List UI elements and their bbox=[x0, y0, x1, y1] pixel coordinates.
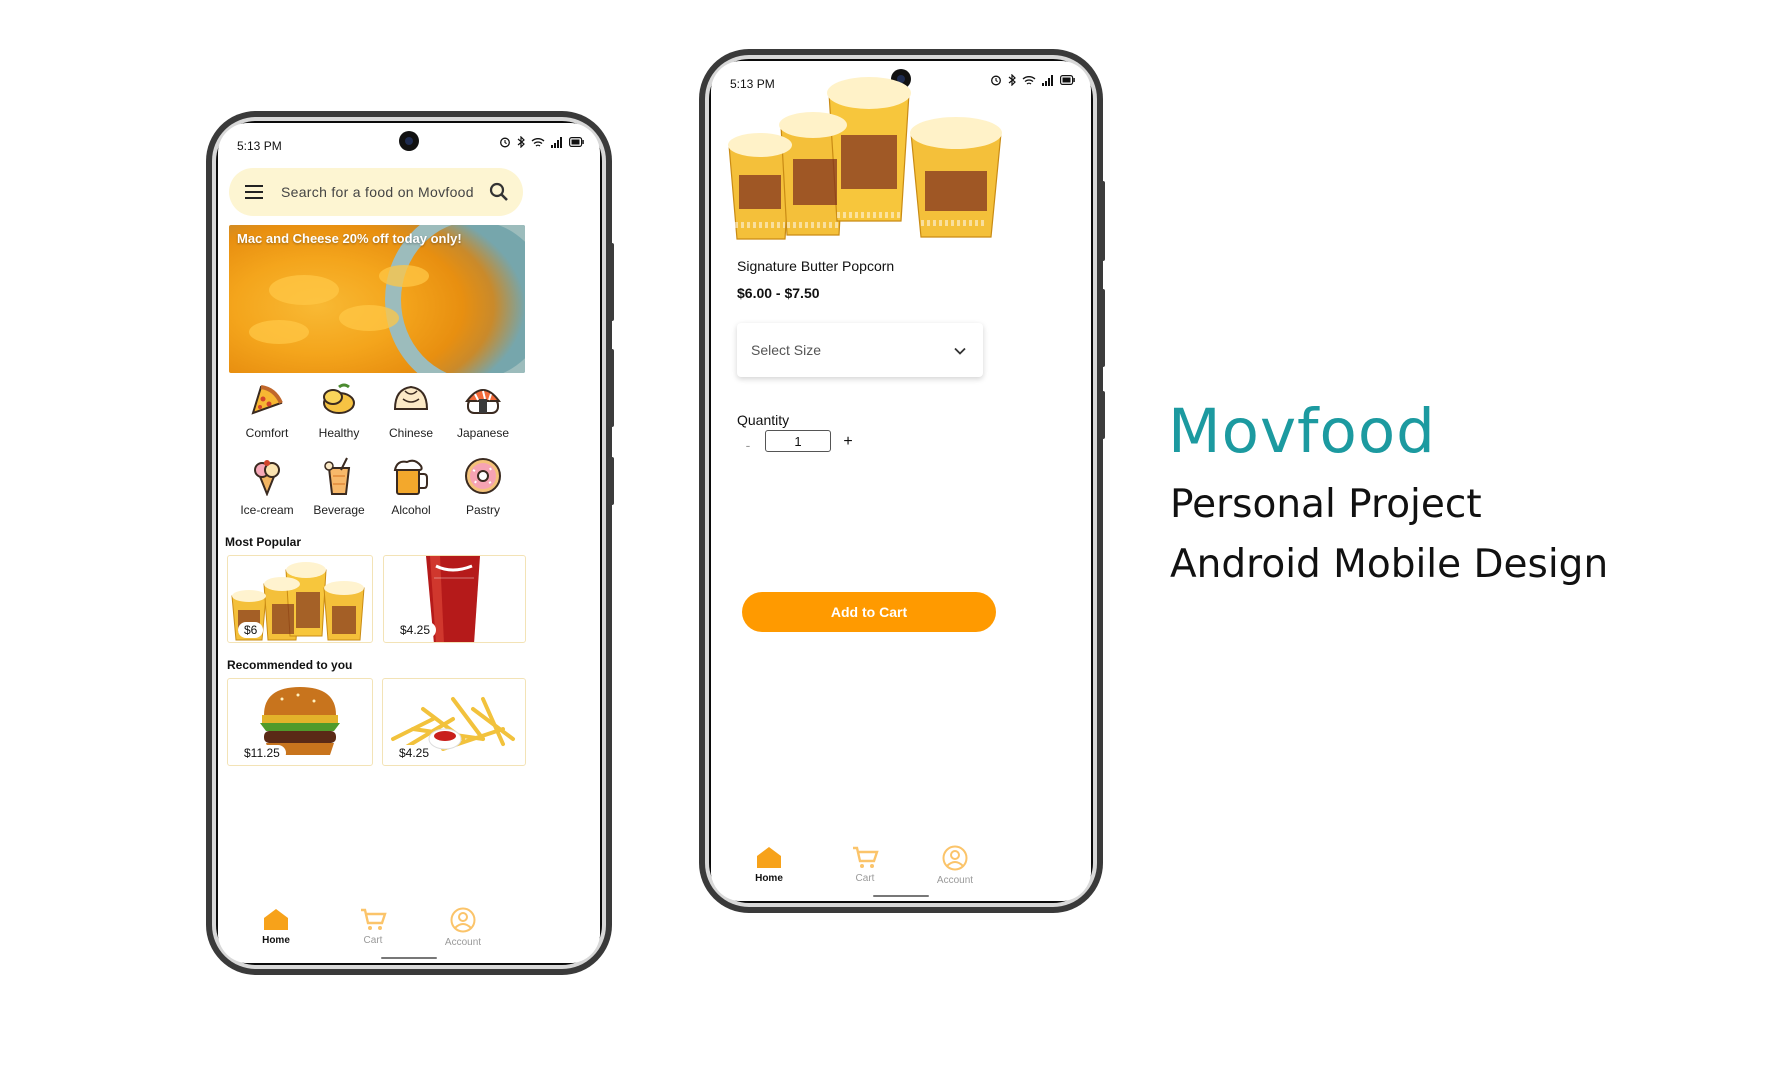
nav-label: Home bbox=[755, 873, 783, 884]
nav-label: Account bbox=[444, 937, 482, 948]
account-icon bbox=[450, 907, 476, 933]
hamburger-menu-icon[interactable] bbox=[243, 182, 265, 202]
home-icon bbox=[757, 847, 781, 868]
category-label: Comfort bbox=[245, 426, 289, 440]
nav-home[interactable]: Home bbox=[236, 907, 316, 946]
product-price: $6.00 - $7.50 bbox=[737, 285, 820, 301]
category-beverage[interactable]: Beverage bbox=[300, 456, 378, 528]
project-subtitle: Personal Project bbox=[1170, 482, 1482, 527]
brand-title: Movfood bbox=[1168, 396, 1436, 467]
cart-icon bbox=[853, 846, 879, 868]
nav-home[interactable]: Home bbox=[729, 845, 809, 884]
size-select-value: Select Size bbox=[751, 342, 822, 358]
mango-icon bbox=[323, 383, 355, 414]
beverage-icon bbox=[324, 457, 351, 495]
nav-cart[interactable]: Cart bbox=[825, 845, 905, 884]
home-phone-mockup: 5:13 PM Search for a food on Movfood Mac… bbox=[206, 111, 614, 975]
bottom-nav: Home Cart Account bbox=[711, 839, 1091, 901]
home-screen: 5:13 PM Search for a food on Movfood Mac… bbox=[218, 123, 600, 963]
category-japanese[interactable]: Japanese bbox=[444, 379, 522, 451]
dumpling-icon bbox=[393, 385, 429, 410]
category-label: Japanese bbox=[456, 426, 510, 440]
gesture-bar bbox=[381, 957, 437, 959]
most-popular-title: Most Popular bbox=[225, 535, 302, 549]
category-label: Pastry bbox=[465, 503, 500, 517]
status-icons bbox=[499, 136, 584, 148]
side-button bbox=[1099, 181, 1105, 261]
price-badge: $11.25 bbox=[238, 745, 286, 761]
search-icon[interactable] bbox=[487, 180, 511, 204]
product-image bbox=[728, 77, 1002, 240]
category-label: Ice-cream bbox=[240, 503, 294, 517]
recommended-title: Recommended to you bbox=[227, 658, 353, 672]
cart-icon bbox=[361, 908, 387, 930]
price-badge: $6 bbox=[238, 622, 264, 638]
recommended-card-burger[interactable]: $11.25 bbox=[227, 678, 373, 766]
wifi-icon bbox=[531, 137, 545, 147]
nav-label: Home bbox=[262, 935, 290, 946]
price-badge: $4.25 bbox=[394, 622, 437, 638]
category-label: Beverage bbox=[313, 503, 365, 517]
sushi-icon bbox=[465, 389, 501, 414]
nav-label: Cart bbox=[855, 873, 875, 884]
bottom-nav: Home Cart Account bbox=[218, 901, 600, 963]
category-ice-cream[interactable]: Ice-cream bbox=[228, 456, 306, 528]
product-phone-mockup: 5:13 PM Signature Butter Popcorn $6.00 -… bbox=[699, 49, 1105, 913]
category-chinese[interactable]: Chinese bbox=[372, 379, 450, 451]
chevron-down-icon bbox=[954, 347, 966, 355]
home-icon bbox=[264, 909, 288, 930]
pizza-icon bbox=[251, 385, 283, 415]
quantity-input[interactable] bbox=[765, 430, 831, 452]
battery-icon bbox=[1060, 75, 1075, 85]
status-time: 5:13 PM bbox=[237, 139, 282, 153]
promo-banner[interactable]: Mac and Cheese 20% off today only! bbox=[229, 225, 525, 373]
side-button bbox=[1099, 391, 1105, 439]
side-button bbox=[608, 457, 614, 505]
side-button bbox=[608, 243, 614, 321]
account-icon bbox=[942, 845, 968, 871]
product-name: Signature Butter Popcorn bbox=[737, 258, 895, 274]
size-select[interactable]: Select Size bbox=[737, 323, 983, 377]
banner-text: Mac and Cheese 20% off today only! bbox=[237, 231, 462, 246]
quantity-increment-button[interactable]: + bbox=[841, 433, 855, 451]
side-button bbox=[608, 349, 614, 427]
product-screen: 5:13 PM Signature Butter Popcorn $6.00 -… bbox=[711, 61, 1091, 901]
bowl-decoration bbox=[385, 225, 525, 373]
donut-icon bbox=[465, 458, 501, 494]
category-label: Alcohol bbox=[391, 503, 431, 517]
search-input[interactable]: Search for a food on Movfood bbox=[281, 184, 474, 200]
category-label: Healthy bbox=[318, 426, 360, 440]
category-healthy[interactable]: Healthy bbox=[300, 379, 378, 451]
popular-card-popcorn[interactable]: $6 bbox=[227, 555, 373, 643]
design-subtitle: Android Mobile Design bbox=[1170, 542, 1609, 587]
alarm-icon bbox=[500, 137, 510, 148]
quantity-label: Quantity bbox=[737, 412, 790, 428]
category-comfort[interactable]: Comfort bbox=[228, 379, 306, 451]
signal-icon bbox=[551, 136, 562, 148]
wifi-icon bbox=[1022, 75, 1036, 85]
add-to-cart-button[interactable]: Add to Cart bbox=[742, 592, 996, 632]
nav-label: Account bbox=[936, 875, 974, 886]
status-bar: 5:13 PM bbox=[218, 123, 600, 167]
nav-account[interactable]: Account bbox=[423, 907, 503, 948]
side-button bbox=[1099, 289, 1105, 367]
nav-account[interactable]: Account bbox=[915, 845, 995, 886]
quantity-decrement-button[interactable]: - bbox=[741, 437, 755, 453]
signal-icon bbox=[1042, 74, 1053, 86]
search-bar[interactable]: Search for a food on Movfood bbox=[229, 168, 523, 216]
bluetooth-icon bbox=[517, 136, 525, 148]
category-alcohol[interactable]: Alcohol bbox=[372, 456, 450, 528]
recommended-card-fries[interactable]: $4.25 bbox=[382, 678, 526, 766]
category-label: Chinese bbox=[388, 426, 434, 440]
price-badge: $4.25 bbox=[393, 745, 436, 761]
front-camera bbox=[399, 131, 419, 151]
beer-icon bbox=[393, 459, 428, 495]
ice-cream-icon bbox=[254, 460, 280, 496]
nav-label: Cart bbox=[363, 935, 383, 946]
category-pastry[interactable]: Pastry bbox=[444, 456, 522, 528]
battery-icon bbox=[569, 137, 584, 147]
nav-cart[interactable]: Cart bbox=[333, 907, 413, 946]
gesture-bar bbox=[873, 895, 929, 897]
popular-card-cola[interactable]: $4.25 bbox=[383, 555, 526, 643]
